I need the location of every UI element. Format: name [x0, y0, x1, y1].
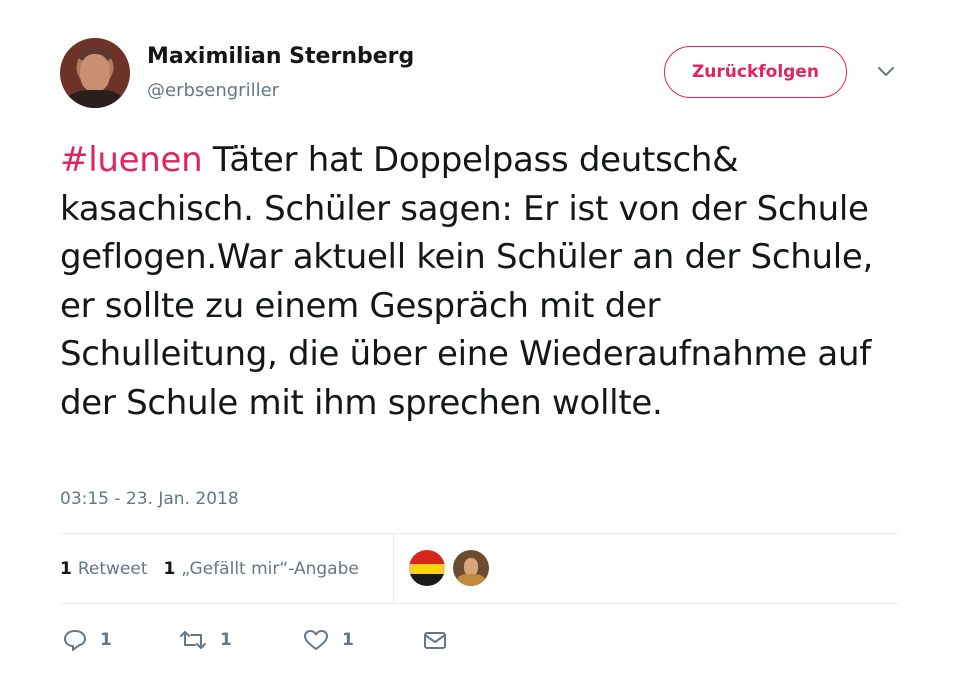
avatar-badge — [413, 565, 441, 573]
tweet-card: Maximilian Sternberg @erbsengriller Zurü… — [0, 0, 955, 675]
retweet-icon — [178, 628, 208, 652]
retweet-stat[interactable]: 1 Retweet — [60, 559, 148, 579]
tweet-text: #luenen Täter hat Doppelpass deutsch& ka… — [60, 136, 880, 427]
retweet-stat-count: 1 — [60, 559, 72, 579]
author-display-name[interactable]: Maximilian Sternberg — [147, 44, 414, 69]
avatar-body — [457, 574, 485, 586]
retweet-stat-label: Retweet — [77, 559, 148, 579]
tweet-body: Täter hat Doppelpass deutsch& kasachisch… — [60, 140, 874, 423]
retweet-button[interactable]: 1 — [178, 623, 232, 657]
stats-separator — [393, 533, 394, 603]
like-stat-label: „Gefällt mir“-Angabe — [181, 559, 359, 579]
retweet-count: 1 — [220, 630, 232, 650]
tweet-stats: 1 Retweet 1 „Gefällt mir“-Angabe — [60, 557, 375, 581]
follow-back-label: Zurückfolgen — [691, 62, 819, 82]
divider — [60, 533, 898, 534]
divider — [60, 603, 898, 604]
like-count: 1 — [342, 630, 354, 650]
avatar-band-black — [409, 574, 445, 586]
tweet-actions: 1 1 1 — [60, 623, 460, 657]
reply-count: 1 — [100, 630, 112, 650]
chevron-down-icon[interactable] — [876, 64, 896, 80]
like-stat-count: 1 — [163, 559, 176, 579]
liker-avatar[interactable] — [453, 550, 489, 586]
avatar-shirt — [66, 90, 124, 108]
hashtag-link[interactable]: #luenen — [60, 140, 203, 180]
direct-message-button[interactable] — [422, 623, 448, 657]
author-handle[interactable]: @erbsengriller — [147, 80, 279, 101]
like-stat[interactable]: 1 „Gefällt mir“-Angabe — [164, 559, 359, 579]
follow-back-button[interactable]: Zurückfolgen — [664, 46, 847, 98]
tweet-timestamp[interactable]: 03:15 - 23. Jan. 2018 — [60, 489, 239, 509]
envelope-icon — [422, 628, 448, 652]
reply-button[interactable]: 1 — [62, 623, 112, 657]
avatar-band-red — [409, 550, 445, 564]
author-avatar[interactable] — [60, 38, 130, 108]
liker-avatar[interactable] — [409, 550, 445, 586]
heart-icon — [302, 628, 330, 652]
like-button[interactable]: 1 — [302, 623, 354, 657]
avatar-face — [80, 54, 110, 92]
reply-icon — [62, 628, 88, 652]
